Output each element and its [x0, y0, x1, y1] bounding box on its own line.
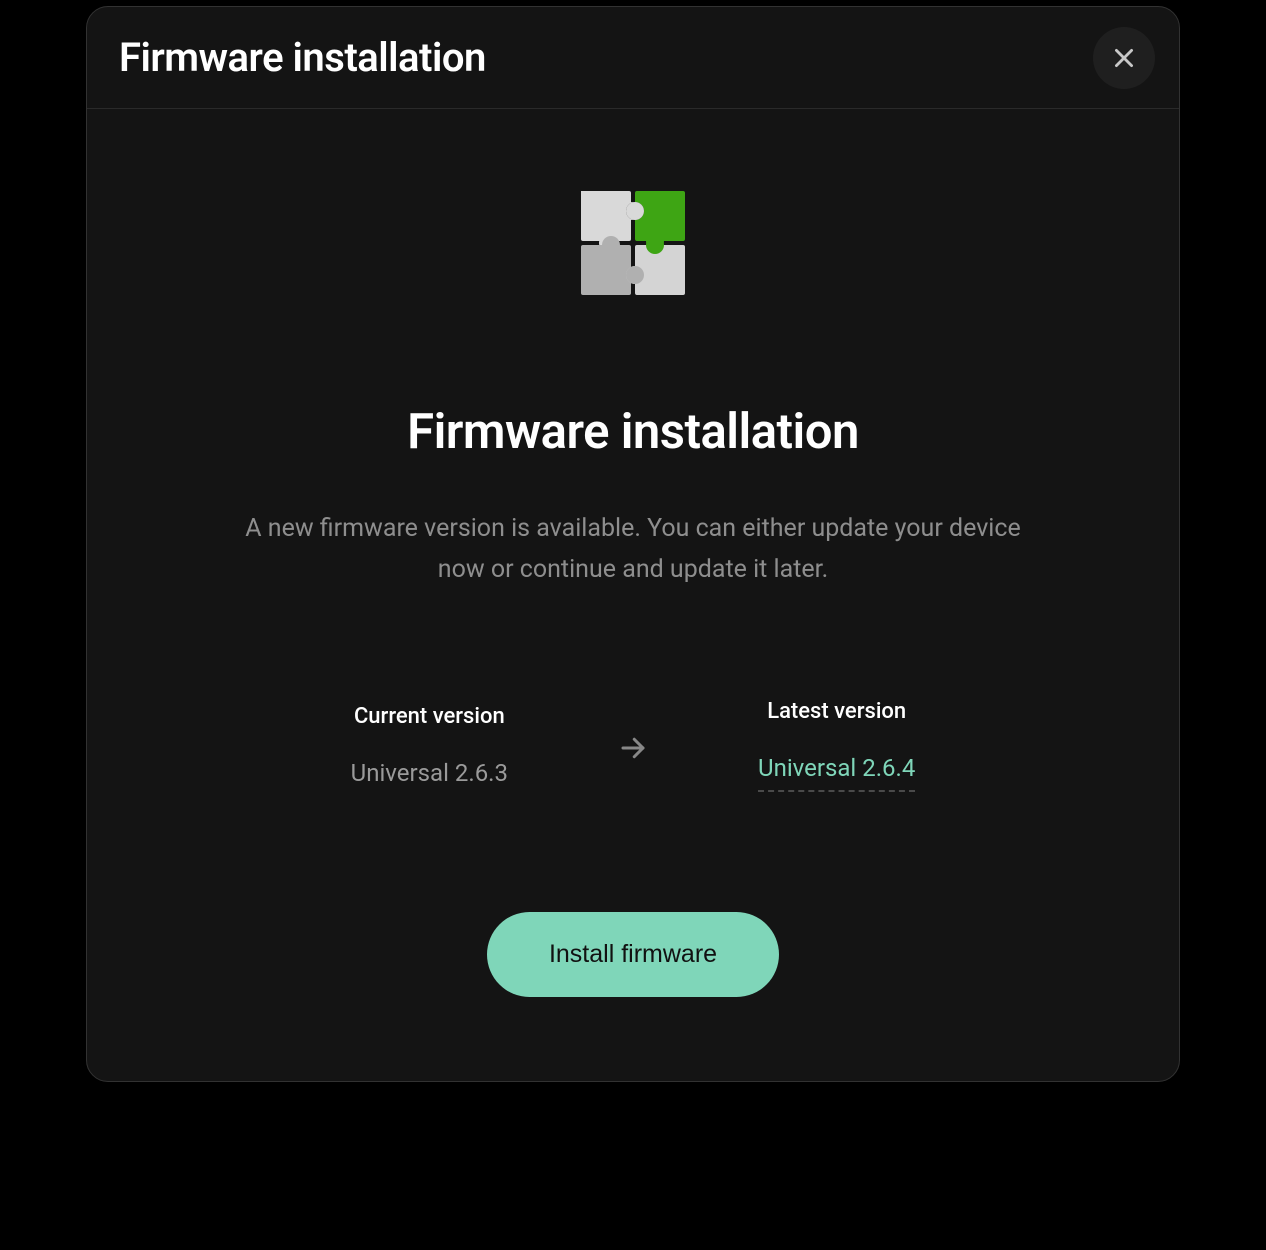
page-title: Firmware installation — [407, 403, 859, 460]
close-button[interactable] — [1093, 27, 1155, 89]
page-subtext: A new firmware version is available. You… — [223, 508, 1043, 591]
close-icon — [1111, 45, 1137, 71]
latest-version-label: Latest version — [767, 699, 906, 724]
latest-version-value: Universal 2.6.4 — [758, 754, 915, 792]
arrow-right-icon — [618, 733, 648, 763]
modal-header-title: Firmware installation — [119, 34, 486, 81]
current-version-block: Current version Universal 2.6.3 — [351, 704, 508, 787]
version-compare: Current version Universal 2.6.3 Latest v… — [351, 699, 916, 792]
latest-version-block: Latest version Universal 2.6.4 — [758, 699, 915, 792]
current-version-label: Current version — [354, 704, 505, 729]
firmware-modal: Firmware installation — [86, 6, 1180, 1082]
puzzle-illustration-icon — [563, 173, 703, 313]
modal-header: Firmware installation — [87, 7, 1179, 109]
current-version-value: Universal 2.6.3 — [351, 759, 508, 787]
modal-body: Firmware installation A new firmware ver… — [87, 109, 1179, 1081]
install-firmware-button[interactable]: Install firmware — [487, 912, 779, 997]
